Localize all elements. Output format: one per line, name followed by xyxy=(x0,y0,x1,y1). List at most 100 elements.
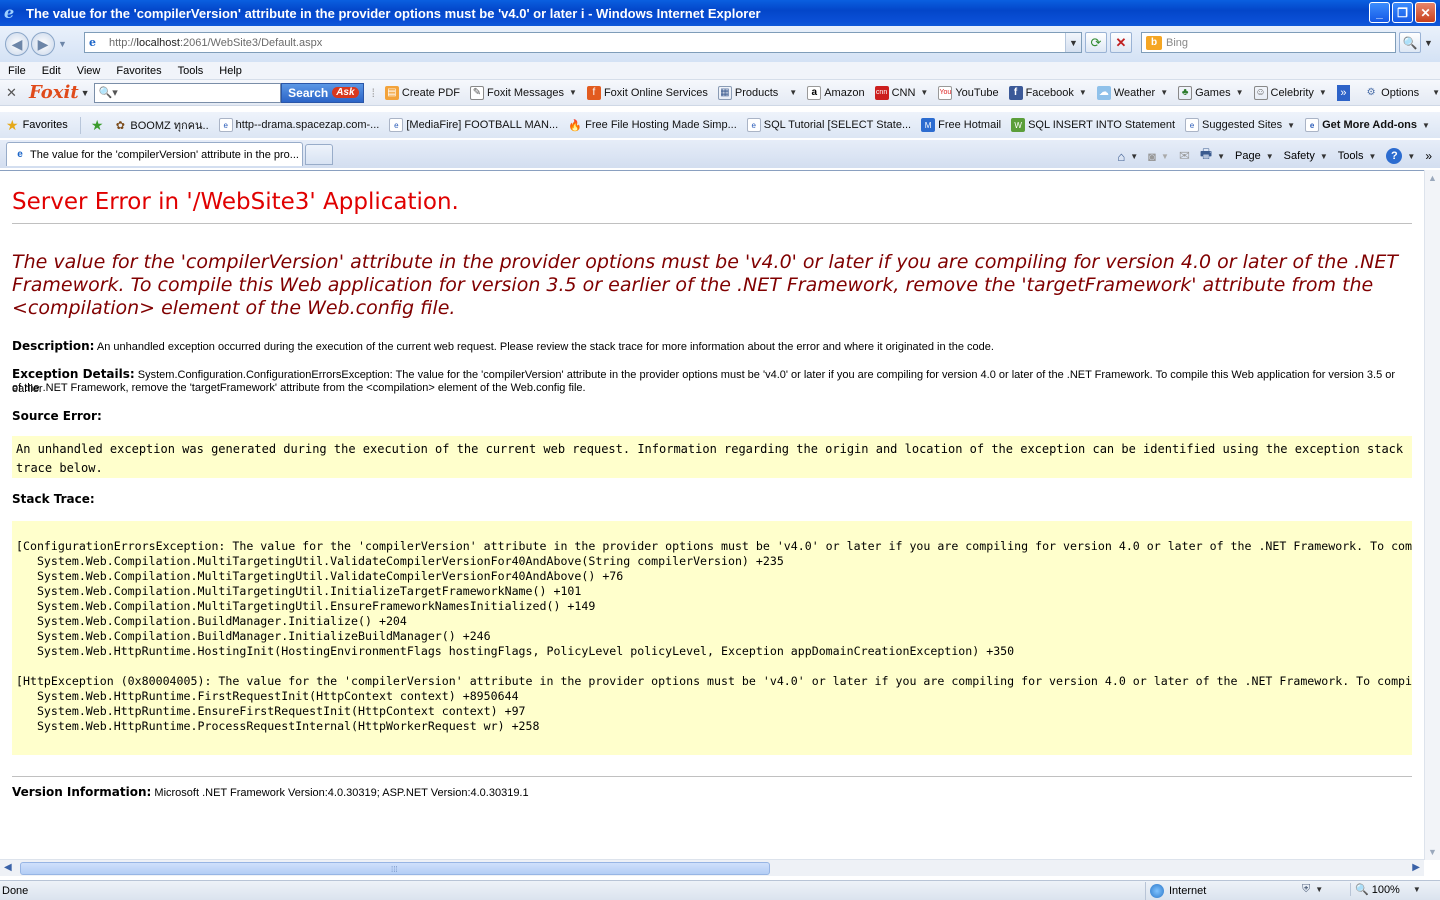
description-text: An unhandled exception occurred during t… xyxy=(96,341,994,353)
toolbar-foxit-online-services[interactable]: f Foxit Online Services xyxy=(586,85,708,100)
menu-tools[interactable]: Tools xyxy=(170,65,212,77)
description-label: Description: xyxy=(12,339,95,353)
zoom-button[interactable]: 🔍 100% ▼ xyxy=(1350,883,1421,896)
tools-menu[interactable]: Tools ▼ xyxy=(1338,150,1377,162)
horizontal-scrollbar[interactable]: ◀ ⁞⁞⁞ ▶ xyxy=(0,859,1424,876)
stack-trace-box: [ConfigurationErrorsException: The value… xyxy=(12,521,1412,755)
home-icon: ⌂ xyxy=(1117,148,1126,164)
menu-edit[interactable]: Edit xyxy=(34,65,69,77)
favorite-link[interactable]: W SQL INSERT INTO Statement xyxy=(1011,118,1175,132)
exception-details-row-2: of the .NET Framework, remove the 'targe… xyxy=(12,381,1412,395)
page-menu[interactable]: Page ▼ xyxy=(1235,150,1274,162)
ask-logo: Ask xyxy=(332,87,359,98)
address-dropdown[interactable]: ▼ xyxy=(1065,33,1081,52)
toolbar-cnn[interactable]: cnn CNN ▼ xyxy=(874,85,928,100)
globe-icon xyxy=(1150,884,1164,898)
stack-trace-label: Stack Trace: xyxy=(12,492,95,506)
toolbar-games[interactable]: ♣ Games ▼ xyxy=(1178,85,1244,100)
addons-icon: e xyxy=(1305,118,1320,132)
toolbar-products[interactable]: ▦ Products ▼ xyxy=(717,85,797,100)
scroll-up-icon[interactable]: ▲ xyxy=(1428,173,1437,183)
scroll-down-icon[interactable]: ▼ xyxy=(1428,847,1437,857)
read-mail-button[interactable]: ✉ xyxy=(1179,148,1190,164)
toolbar-weather[interactable]: ☁ Weather ▼ xyxy=(1096,85,1168,100)
toolbar-foxit-messages[interactable]: ✎ Foxit Messages ▼ xyxy=(469,85,577,100)
mail-icon: ✉ xyxy=(1178,148,1190,163)
new-tab-button[interactable] xyxy=(305,144,333,165)
favorites-button[interactable]: ★ Favorites xyxy=(6,116,81,134)
toolbar-facebook[interactable]: f Facebook ▼ xyxy=(1008,85,1087,100)
favorite-link[interactable]: e SQL Tutorial [SELECT State... xyxy=(746,118,911,132)
security-zone[interactable]: Internet xyxy=(1145,882,1206,900)
favorite-link[interactable]: ✿ BOOMZ ทุกคน.. xyxy=(113,116,209,134)
toolbar-amazon[interactable]: a Amazon xyxy=(807,85,865,100)
home-button[interactable]: ⌂ ▼ xyxy=(1117,149,1138,164)
menu-help[interactable]: Help xyxy=(211,65,250,77)
toolbar-options[interactable]: ⚙ Options ▼ xyxy=(1364,86,1440,100)
forward-button[interactable]: ▶ xyxy=(31,32,55,56)
stack-line: System.Web.HttpRuntime.HostingInit(Hosti… xyxy=(16,644,1015,658)
feeds-button[interactable]: ◙ ▼ xyxy=(1148,149,1169,164)
celebrity-icon: ☺ xyxy=(1253,85,1268,100)
exception-text-line2: of the .NET Framework, remove the 'targe… xyxy=(12,382,586,394)
menu-favorites[interactable]: Favorites xyxy=(108,65,169,77)
toolbar-youtube[interactable]: You YouTube xyxy=(938,85,999,100)
favorite-link[interactable]: e [MediaFire] FOOTBALL MAN... xyxy=(389,118,558,132)
stack-line: [ConfigurationErrorsException: The value… xyxy=(16,539,1412,553)
foxit-logo[interactable]: Foxit xyxy=(29,82,79,103)
foxit-search-input[interactable]: 🔍▾ xyxy=(93,82,282,103)
favorite-suggested-sites[interactable]: e Suggested Sites ▼ xyxy=(1185,118,1295,132)
back-button[interactable]: ◀ xyxy=(5,32,29,56)
favorite-get-more-addons[interactable]: e Get More Add-ons ▼ xyxy=(1305,118,1430,132)
address-bar[interactable]: e http://localhost:2061/WebSite3/Default… xyxy=(84,32,1082,53)
stack-line: System.Web.Compilation.MultiTargetingUti… xyxy=(16,599,596,613)
stack-line: System.Web.HttpRuntime.FirstRequestInit(… xyxy=(16,689,519,703)
page-viewport: Server Error in '/WebSite3' Application.… xyxy=(0,170,1440,876)
search-input[interactable]: b Bing xyxy=(1141,32,1396,53)
cnn-icon: cnn xyxy=(874,85,889,100)
favorite-link[interactable]: e http--drama.spacezap.com-... xyxy=(218,118,379,132)
favorite-link[interactable]: 🔥 Free File Hosting Made Simp... xyxy=(568,118,736,132)
favorite-link[interactable]: M Free Hotmail xyxy=(921,118,1001,132)
safety-menu[interactable]: Safety ▼ xyxy=(1284,150,1328,162)
more-commands-icon[interactable]: » xyxy=(1425,149,1432,163)
recent-pages-dropdown[interactable]: ▼ xyxy=(58,39,67,49)
games-icon: ♣ xyxy=(1178,85,1193,100)
close-toolbar-icon[interactable]: ✕ xyxy=(4,85,19,101)
favorites-star-icon: ★ xyxy=(6,116,19,133)
search-button[interactable]: 🔍 xyxy=(1399,32,1421,53)
page-title: Server Error in '/WebSite3' Application. xyxy=(12,189,459,215)
stop-button[interactable]: ✕ xyxy=(1110,32,1132,53)
tab-active[interactable]: e The value for the 'compilerVersion' at… xyxy=(6,142,303,166)
close-button[interactable]: ✕ xyxy=(1415,2,1436,23)
command-bar: ⌂ ▼ ◙ ▼ ✉ 🖶 ▼ Page ▼ Safety ▼ Tools ▼ ? ▼ » xyxy=(1117,145,1432,167)
scroll-left-icon[interactable]: ◀ xyxy=(4,862,12,873)
search-options-dropdown[interactable]: ▼ xyxy=(1424,38,1433,48)
protected-mode-icon: ⛨ xyxy=(1302,883,1311,895)
youtube-icon: You xyxy=(938,85,953,100)
toolbar-create-pdf[interactable]: ▤ Create PDF xyxy=(384,85,460,100)
foxit-search-button[interactable]: Search Ask xyxy=(281,82,364,103)
tab-row: e The value for the 'compilerVersion' at… xyxy=(0,140,1440,168)
menu-bar: File Edit View Favorites Tools Help xyxy=(0,62,1440,80)
foxit-menu-dropdown[interactable]: ▼ xyxy=(81,88,90,98)
version-text: Microsoft .NET Framework Version:4.0.303… xyxy=(154,787,529,799)
zoom-icon: 🔍 xyxy=(1355,884,1369,896)
protected-mode-button[interactable]: ⛨ ▼ xyxy=(1302,883,1323,896)
weather-icon: ☁ xyxy=(1096,85,1111,100)
toolbar-celebrity[interactable]: ☺ Celebrity ▼ xyxy=(1253,85,1327,100)
scroll-right-icon[interactable]: ▶ xyxy=(1412,862,1420,873)
maximize-button[interactable]: ❐ xyxy=(1392,2,1413,23)
help-menu[interactable]: ? ▼ xyxy=(1386,148,1415,164)
print-button[interactable]: 🖶 ▼ xyxy=(1200,145,1225,167)
source-error-box: An unhandled exception was generated dur… xyxy=(12,436,1412,478)
printer-icon: 🖶 xyxy=(1199,146,1213,161)
more-toolbar-items-icon[interactable]: » xyxy=(1336,84,1351,101)
menu-file[interactable]: File xyxy=(0,65,34,77)
refresh-button[interactable]: ⟳ xyxy=(1085,32,1107,53)
minimize-button[interactable]: _ xyxy=(1369,2,1390,23)
horizontal-scroll-thumb[interactable]: ⁞⁞⁞ xyxy=(20,862,770,875)
vertical-scrollbar[interactable]: ▲ ▼ xyxy=(1424,170,1440,860)
add-to-favorites-bar-icon[interactable]: ★ xyxy=(91,117,104,134)
menu-view[interactable]: View xyxy=(69,65,109,77)
